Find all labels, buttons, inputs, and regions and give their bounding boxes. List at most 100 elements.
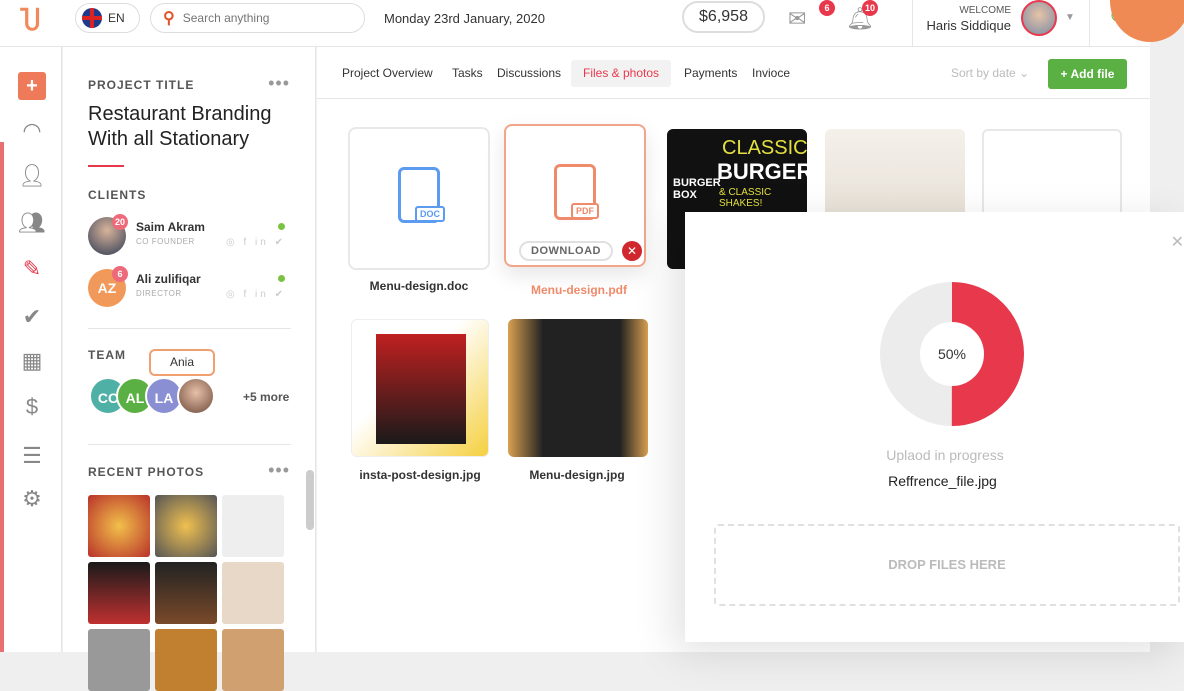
search-input[interactable] xyxy=(182,11,353,25)
photo-thumbnail[interactable] xyxy=(155,629,217,691)
photo-thumbnail[interactable] xyxy=(88,629,150,691)
add-file-button[interactable]: + Add file xyxy=(1048,59,1127,89)
icon-sidebar: + ◠ 👤︎ 👥︎ ✎ ✔ ▦ $ ☰ ⚙ xyxy=(0,47,62,652)
add-file-label: Add file xyxy=(1070,67,1115,81)
photo-thumbnail[interactable] xyxy=(222,562,284,624)
recent-photos-label: RECENT PHOTOS xyxy=(88,465,205,479)
client-name: Ali zulifiqar xyxy=(136,272,201,286)
client-item[interactable]: 20 Saim Akram CO FOUNDER ◎ f in ✔ xyxy=(88,214,288,257)
client-role: CO FOUNDER xyxy=(136,237,195,246)
close-icon[interactable]: ✕ xyxy=(1171,232,1184,252)
user-menu[interactable]: WELCOME Haris Siddique ▼ xyxy=(912,0,1090,47)
file-name[interactable]: Menu-design.jpg xyxy=(497,468,657,482)
language-label: EN xyxy=(108,11,125,25)
more-icon[interactable]: ••• xyxy=(268,73,290,94)
more-members[interactable]: +5 more xyxy=(243,390,289,404)
upload-filename: Reffrence_file.jpg xyxy=(888,473,997,489)
drop-zone[interactable]: DROP FILES HERE xyxy=(714,524,1180,606)
scrollbar[interactable] xyxy=(306,470,314,530)
online-status xyxy=(278,223,285,230)
sort-dropdown[interactable]: Sort by date ⌄ xyxy=(951,66,1029,80)
social-icons[interactable]: ◎ f in ✔ xyxy=(226,237,286,248)
photo-thumbnail[interactable] xyxy=(155,495,217,557)
language-selector[interactable]: EN xyxy=(75,3,140,33)
balance[interactable]: $6,958 xyxy=(682,1,765,33)
chevron-down-icon[interactable]: ▼ xyxy=(1065,12,1075,23)
poster-text: & CLASSIC SHAKES! xyxy=(719,187,772,209)
delete-icon[interactable]: ✕ xyxy=(622,241,642,261)
file-name[interactable]: insta-post-design.jpg xyxy=(340,468,500,482)
menu-design-image[interactable] xyxy=(508,319,648,457)
more-icon[interactable]: ••• xyxy=(268,460,290,481)
mail-badge: 6 xyxy=(819,0,835,16)
plus-icon: + xyxy=(1060,67,1071,81)
user-name: Haris Siddique xyxy=(926,18,1011,33)
client-badge: 20 xyxy=(112,214,128,230)
file-card-pdf[interactable]: PDF DOWNLOAD ✕ xyxy=(504,124,646,267)
team-icon[interactable]: 👥︎ xyxy=(18,209,46,237)
calendar-icon[interactable]: ▦ xyxy=(18,347,46,375)
download-button[interactable]: DOWNLOAD xyxy=(519,241,613,261)
project-title: Restaurant Branding With all Stationary xyxy=(88,103,272,150)
tooltip: Ania xyxy=(149,349,215,376)
client-item[interactable]: AZ 6 Ali zulifiqar DIRECTOR ◎ f in ✔ xyxy=(88,266,288,309)
search-icon: ⚲ xyxy=(163,10,175,27)
user-avatar[interactable] xyxy=(1021,0,1057,36)
file-type: DOC xyxy=(415,206,445,222)
recent-photos-grid xyxy=(88,495,284,691)
edit-icon[interactable]: ✎ xyxy=(18,255,46,283)
poster-text: BURGERS xyxy=(717,159,807,184)
project-panel: PROJECT TITLE ••• Restaurant Branding Wi… xyxy=(63,47,316,691)
client-badge: 6 xyxy=(112,266,128,282)
tab-bar: Project Overview Tasks Discussions Files… xyxy=(317,47,1150,99)
file-type: PDF xyxy=(571,203,599,219)
logo[interactable]: Ⴎ xyxy=(20,6,50,36)
file-name[interactable]: Menu-design.doc xyxy=(339,279,499,293)
client-name: Saim Akram xyxy=(136,220,205,234)
check-icon[interactable]: ✔ xyxy=(18,303,46,331)
search-box[interactable]: ⚲ xyxy=(150,3,365,33)
team-label: TEAM xyxy=(88,348,126,362)
welcome-label: WELCOME xyxy=(959,5,1011,16)
top-bar: Ⴎ EN ⚲ Monday 23rd January, 2020 $6,958 … xyxy=(0,0,1150,47)
title-underline xyxy=(88,165,124,167)
poster-text: BURGER BOX xyxy=(673,177,721,201)
mail-icon[interactable]: ✉ xyxy=(788,6,806,32)
social-icons[interactable]: ◎ f in ✔ xyxy=(226,289,286,300)
divider xyxy=(88,444,291,445)
tab-payments[interactable]: Payments xyxy=(672,60,749,87)
photo-thumbnail[interactable] xyxy=(88,495,150,557)
doc-file-icon: DOC xyxy=(398,167,445,223)
dollar-icon[interactable]: $ xyxy=(18,393,46,421)
add-icon[interactable]: + xyxy=(18,72,46,100)
photo-thumbnail[interactable] xyxy=(155,562,217,624)
team-member-ania[interactable] xyxy=(177,377,215,415)
tab-project-overview[interactable]: Project Overview xyxy=(330,60,445,87)
current-date: Monday 23rd January, 2020 xyxy=(384,11,545,26)
insta-post-image[interactable] xyxy=(351,319,489,457)
tab-discussions[interactable]: Discussions xyxy=(485,60,573,87)
clients-label: CLIENTS xyxy=(88,188,147,202)
project-label: PROJECT TITLE xyxy=(88,78,195,92)
chevron-down-icon: ⌄ xyxy=(1019,66,1030,80)
gear-icon[interactable]: ⚙ xyxy=(18,485,46,513)
document-icon[interactable]: ☰ xyxy=(18,442,46,470)
tab-invoice[interactable]: Invioce xyxy=(740,60,802,87)
upload-panel: ✕ 50% Uplaod in progress Reffrence_file.… xyxy=(685,212,1184,642)
client-role: DIRECTOR xyxy=(136,289,182,298)
notification-badge: 10 xyxy=(862,0,878,16)
upload-status: Uplaod in progress xyxy=(886,447,1004,463)
sort-label: Sort by date xyxy=(951,66,1016,80)
tab-files-photos[interactable]: Files & photos xyxy=(571,60,672,87)
dashboard-icon[interactable]: ◠ xyxy=(18,117,46,145)
user-icon[interactable]: 👤︎ xyxy=(18,162,46,190)
accent-strip xyxy=(0,142,4,652)
pdf-file-icon: PDF xyxy=(554,164,599,220)
photo-thumbnail[interactable] xyxy=(222,495,284,557)
file-name[interactable]: Menu-design.pdf xyxy=(499,283,659,297)
poster-text: CLASSIC xyxy=(722,137,807,159)
file-card-doc[interactable]: DOC xyxy=(348,127,490,270)
photo-thumbnail[interactable] xyxy=(88,562,150,624)
photo-thumbnail[interactable] xyxy=(222,629,284,691)
uk-flag-icon xyxy=(82,8,102,28)
